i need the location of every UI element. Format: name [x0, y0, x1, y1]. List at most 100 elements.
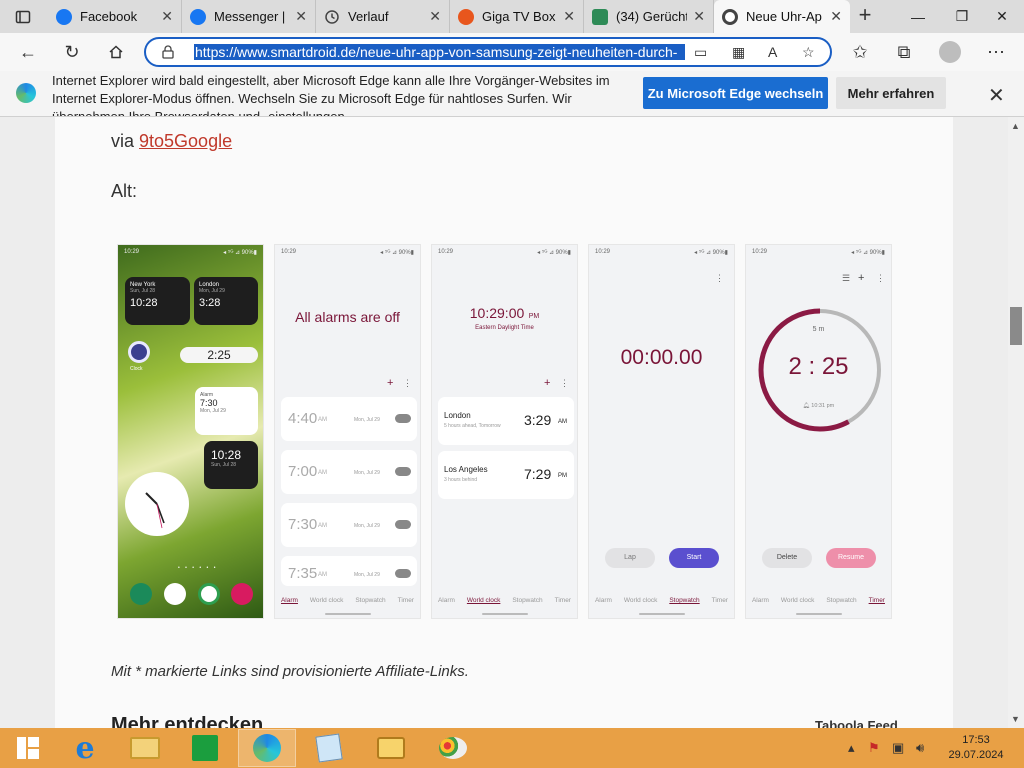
- taskbar-notepad[interactable]: [300, 729, 358, 767]
- tab-verlauf[interactable]: Verlauf ✕: [316, 0, 450, 33]
- nav-stopwatch: Stopwatch: [512, 597, 543, 604]
- start-button[interactable]: [0, 729, 56, 767]
- bottom-nav: Alarm World clock Stopwatch Timer: [589, 597, 734, 604]
- city-name: Los Angeles: [444, 465, 488, 474]
- address-url[interactable]: https://www.smartdroid.de/neue-uhr-app-v…: [194, 44, 685, 60]
- address-bar[interactable]: https://www.smartdroid.de/neue-uhr-app-v…: [144, 37, 832, 67]
- alarm-date: Mon, Jul 29: [354, 523, 380, 529]
- screenshot-alarms: 10:29 ◂ ⁵ᴳ ⊿ 90%▮ All alarms are off + ⋮…: [274, 244, 421, 619]
- widget-london: London Mon, Jul 29 3:28: [194, 277, 258, 325]
- gesture-bar: [325, 613, 371, 615]
- source-link[interactable]: 9to5Google: [139, 131, 232, 151]
- via-prefix: via: [111, 131, 140, 151]
- tab-actions-icon: [15, 10, 31, 23]
- add-favorite-icon[interactable]: ☆: [802, 44, 815, 61]
- plus-icon: +: [858, 2, 872, 27]
- close-window-button[interactable]: ✕: [980, 0, 1024, 33]
- collections-icon: ⧉: [897, 41, 911, 62]
- tab-messenger[interactable]: Messenger | ✕: [182, 0, 316, 33]
- taskbar-file-explorer[interactable]: [116, 729, 174, 767]
- gesture-bar: [482, 613, 528, 615]
- widget-date: Sun, Jul 28: [211, 462, 237, 468]
- nav-alarm: Alarm: [751, 597, 769, 604]
- volume-icon[interactable]: 🔊︎: [916, 740, 924, 756]
- tab-actions-button[interactable]: [0, 0, 46, 33]
- smartdroid-icon: [722, 8, 738, 25]
- alarm-time: 7:30: [288, 516, 318, 533]
- alarm-ampm: AM: [318, 572, 327, 578]
- close-icon[interactable]: ✕: [693, 8, 705, 25]
- nav-world-clock: World clock: [623, 597, 658, 604]
- widget-digital-clock: 10:28 Sun, Jul 28: [204, 441, 258, 489]
- windows-start-icon: [17, 737, 39, 759]
- more-icon: ⋮: [876, 273, 885, 283]
- nav-alarm: Alarm: [280, 597, 298, 604]
- alarm-toggle: [395, 569, 411, 578]
- windows-taskbar: e ▴ ⚑ ▣ 🔊︎ 17:53 29.07.2024: [0, 728, 1024, 768]
- taskbar-outlook[interactable]: [362, 729, 420, 767]
- alarm-date: Mon, Jul 29: [354, 470, 380, 476]
- taboola-feed-link[interactable]: Taboola Feed: [815, 718, 898, 728]
- close-icon[interactable]: ✕: [295, 8, 307, 25]
- network-icon[interactable]: ▣: [892, 740, 904, 756]
- minimize-button[interactable]: —: [896, 0, 940, 33]
- widget-date: Sun, Jul 28: [130, 288, 156, 294]
- settings-menu-button[interactable]: ⋯: [982, 38, 1010, 66]
- scroll-down-icon[interactable]: ▼: [1011, 714, 1020, 724]
- scroll-up-icon[interactable]: ▲: [1011, 121, 1020, 131]
- close-icon[interactable]: ✕: [161, 8, 173, 25]
- alarm-ampm: AM: [318, 523, 327, 529]
- internet-explorer-icon: e: [75, 730, 95, 766]
- ie-retirement-infobar: Internet Explorer wird bald eingestellt,…: [0, 71, 1024, 117]
- collections-button[interactable]: ⧉: [890, 38, 918, 66]
- browser-toolbar: ← ↻ https://www.smartdroid.de/neue-uhr-a…: [0, 33, 1024, 71]
- nav-timer: Timer: [711, 597, 728, 604]
- screenshot-world-clock: 10:29 ◂ ⁵ᴳ ⊿ 90%▮ 10:29:00 PM Eastern Da…: [431, 244, 578, 619]
- new-tab-button[interactable]: +: [853, 4, 877, 28]
- scrollbar-thumb[interactable]: [1010, 307, 1022, 345]
- lap-button: Lap: [605, 548, 655, 568]
- edge-icon: [253, 734, 281, 762]
- nav-alarm: Alarm: [594, 597, 612, 604]
- page-indicator: • • • • • •: [178, 565, 218, 571]
- folder-icon: [130, 737, 160, 759]
- slack-app-icon: [164, 583, 186, 605]
- nav-timer: Timer: [397, 597, 414, 604]
- nav-timer: Timer: [554, 597, 571, 604]
- home-icon: [109, 45, 123, 59]
- taskbar-edge[interactable]: [238, 729, 296, 767]
- action-center-icon[interactable]: ⚑: [868, 740, 880, 756]
- taskbar-store[interactable]: [176, 729, 234, 767]
- status-time: 10:29: [752, 249, 768, 255]
- back-button[interactable]: ←: [14, 38, 42, 66]
- reload-button[interactable]: ↻: [58, 38, 86, 66]
- taskbar-internet-explorer[interactable]: e: [56, 729, 114, 767]
- read-aloud-icon[interactable]: A: [768, 44, 777, 60]
- tab-neue-uhr-app[interactable]: Neue Uhr-Ap ✕: [714, 0, 850, 33]
- app-available-icon[interactable]: ▭: [694, 44, 707, 61]
- timer-remaining: 2 : 25: [788, 353, 849, 380]
- favorites-button[interactable]: ✩: [846, 38, 874, 66]
- resume-button: Resume: [826, 548, 876, 568]
- widget-date: Mon, Jul 29: [199, 288, 225, 294]
- profile-button[interactable]: [936, 38, 964, 66]
- tab-giga-tv[interactable]: Giga TV Box ✕: [450, 0, 584, 33]
- taskbar-clock[interactable]: 17:53 29.07.2024: [946, 733, 1006, 763]
- learn-more-button[interactable]: Mehr erfahren: [836, 77, 946, 109]
- home-button[interactable]: [102, 38, 130, 66]
- alarm-date: Mon, Jul 29: [354, 417, 380, 423]
- infobar-close-button[interactable]: ✕: [988, 83, 1005, 108]
- tab-geruechte[interactable]: (34) Gerüchte ✕: [584, 0, 714, 33]
- close-icon[interactable]: ✕: [429, 8, 441, 25]
- tab-facebook[interactable]: Facebook ✕: [48, 0, 182, 33]
- switch-to-edge-button[interactable]: Zu Microsoft Edge wechseln: [643, 77, 828, 109]
- timer-duration: 5 m: [812, 326, 825, 333]
- show-hidden-icons[interactable]: ▴: [848, 740, 855, 756]
- qr-code-icon[interactable]: ▦: [732, 44, 745, 61]
- restore-button[interactable]: ❐: [940, 0, 984, 33]
- taskbar-paint[interactable]: [424, 729, 482, 767]
- close-icon[interactable]: ✕: [563, 8, 575, 25]
- page-scrollbar[interactable]: ▲ ▼: [1008, 117, 1024, 728]
- close-icon[interactable]: ✕: [830, 8, 842, 25]
- status-time: 10:29: [281, 249, 297, 255]
